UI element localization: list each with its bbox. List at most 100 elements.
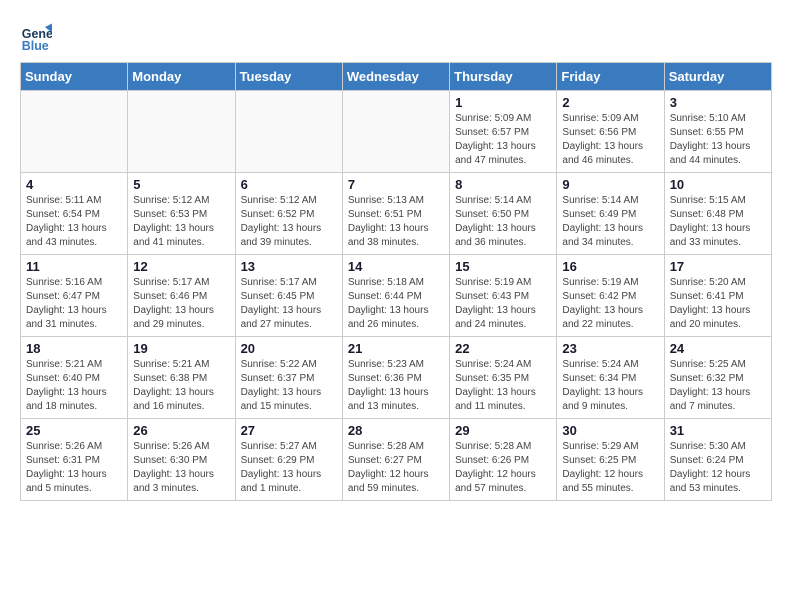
day-number: 31 [670, 423, 766, 438]
day-info: Sunrise: 5:24 AM Sunset: 6:35 PM Dayligh… [455, 358, 551, 414]
weekday-header: Tuesday [235, 63, 342, 91]
calendar-week-row: 18 Sunrise: 5:21 AM Sunset: 6:40 PM Dayli… [21, 337, 772, 419]
calendar-day-cell: 15Sunrise: 5:19 AM Sunset: 6:43 PM Dayli… [450, 255, 557, 337]
calendar-day-cell: 1 Sunrise: 5:09 AM Sunset: 6:57 PM Daylig… [450, 91, 557, 173]
day-number: 8 [455, 177, 551, 192]
day-info: Sunrise: 5:19 AM Sunset: 6:42 PM Dayligh… [562, 276, 658, 332]
day-number: 21 [348, 341, 444, 356]
calendar-day-cell [128, 91, 235, 173]
calendar-day-cell: 26Sunrise: 5:26 AM Sunset: 6:30 PM Dayli… [128, 419, 235, 501]
weekday-header: Saturday [664, 63, 771, 91]
calendar-day-cell: 19Sunrise: 5:21 AM Sunset: 6:38 PM Dayli… [128, 337, 235, 419]
day-info: Sunrise: 5:26 AM Sunset: 6:31 PM Dayligh… [26, 440, 122, 496]
day-number: 3 [670, 95, 766, 110]
day-info: Sunrise: 5:18 AM Sunset: 6:44 PM Dayligh… [348, 276, 444, 332]
calendar-day-cell [342, 91, 449, 173]
day-number: 15 [455, 259, 551, 274]
weekday-header: Wednesday [342, 63, 449, 91]
day-info: Sunrise: 5:12 AM Sunset: 6:52 PM Dayligh… [241, 194, 337, 250]
day-number: 4 [26, 177, 122, 192]
day-info: Sunrise: 5:17 AM Sunset: 6:45 PM Dayligh… [241, 276, 337, 332]
calendar-day-cell: 18 Sunrise: 5:21 AM Sunset: 6:40 PM Dayli… [21, 337, 128, 419]
day-number: 5 [133, 177, 229, 192]
day-info: Sunrise: 5:27 AM Sunset: 6:29 PM Dayligh… [241, 440, 337, 496]
day-number: 27 [241, 423, 337, 438]
calendar-day-cell: 10Sunrise: 5:15 AM Sunset: 6:48 PM Dayli… [664, 173, 771, 255]
calendar-day-cell: 31 Sunrise: 5:30 AM Sunset: 6:24 PM Dayli… [664, 419, 771, 501]
calendar-day-cell: 7 Sunrise: 5:13 AM Sunset: 6:51 PM Daylig… [342, 173, 449, 255]
calendar-day-cell: 9Sunrise: 5:14 AM Sunset: 6:49 PM Daylig… [557, 173, 664, 255]
day-info: Sunrise: 5:14 AM Sunset: 6:49 PM Dayligh… [562, 194, 658, 250]
calendar-day-cell: 20Sunrise: 5:22 AM Sunset: 6:37 PM Dayli… [235, 337, 342, 419]
calendar-day-cell: 4 Sunrise: 5:11 AM Sunset: 6:54 PM Daylig… [21, 173, 128, 255]
day-number: 10 [670, 177, 766, 192]
svg-text:Blue: Blue [22, 39, 49, 52]
calendar-day-cell: 12 Sunrise: 5:17 AM Sunset: 6:46 PM Dayli… [128, 255, 235, 337]
day-info: Sunrise: 5:13 AM Sunset: 6:51 PM Dayligh… [348, 194, 444, 250]
day-info: Sunrise: 5:10 AM Sunset: 6:55 PM Dayligh… [670, 112, 766, 168]
day-info: Sunrise: 5:28 AM Sunset: 6:27 PM Dayligh… [348, 440, 444, 496]
day-number: 18 [26, 341, 122, 356]
calendar-day-cell: 8Sunrise: 5:14 AM Sunset: 6:50 PM Daylig… [450, 173, 557, 255]
day-number: 30 [562, 423, 658, 438]
calendar-day-cell: 25Sunrise: 5:26 AM Sunset: 6:31 PM Dayli… [21, 419, 128, 501]
logo-icon: General Blue [20, 20, 52, 52]
day-number: 22 [455, 341, 551, 356]
calendar-day-cell: 28Sunrise: 5:28 AM Sunset: 6:27 PM Dayli… [342, 419, 449, 501]
day-number: 2 [562, 95, 658, 110]
page-header: General Blue [20, 20, 772, 52]
day-number: 16 [562, 259, 658, 274]
day-info: Sunrise: 5:16 AM Sunset: 6:47 PM Dayligh… [26, 276, 122, 332]
calendar-day-cell: 29 Sunrise: 5:28 AM Sunset: 6:26 PM Dayli… [450, 419, 557, 501]
calendar-day-cell: 27 Sunrise: 5:27 AM Sunset: 6:29 PM Dayli… [235, 419, 342, 501]
calendar-day-cell: 23Sunrise: 5:24 AM Sunset: 6:34 PM Dayli… [557, 337, 664, 419]
day-info: Sunrise: 5:21 AM Sunset: 6:38 PM Dayligh… [133, 358, 229, 414]
day-number: 11 [26, 259, 122, 274]
day-info: Sunrise: 5:28 AM Sunset: 6:26 PM Dayligh… [455, 440, 551, 496]
calendar-day-cell: 5Sunrise: 5:12 AM Sunset: 6:53 PM Daylig… [128, 173, 235, 255]
calendar-table: SundayMondayTuesdayWednesdayThursdayFrid… [20, 62, 772, 501]
day-number: 17 [670, 259, 766, 274]
day-number: 13 [241, 259, 337, 274]
day-info: Sunrise: 5:09 AM Sunset: 6:56 PM Dayligh… [562, 112, 658, 168]
calendar-day-cell: 3 Sunrise: 5:10 AM Sunset: 6:55 PM Daylig… [664, 91, 771, 173]
day-info: Sunrise: 5:25 AM Sunset: 6:32 PM Dayligh… [670, 358, 766, 414]
calendar-day-cell: 24Sunrise: 5:25 AM Sunset: 6:32 PM Dayli… [664, 337, 771, 419]
calendar-day-cell [21, 91, 128, 173]
day-number: 6 [241, 177, 337, 192]
calendar-day-cell: 2 Sunrise: 5:09 AM Sunset: 6:56 PM Daylig… [557, 91, 664, 173]
day-info: Sunrise: 5:23 AM Sunset: 6:36 PM Dayligh… [348, 358, 444, 414]
day-info: Sunrise: 5:17 AM Sunset: 6:46 PM Dayligh… [133, 276, 229, 332]
logo: General Blue [20, 20, 52, 52]
day-number: 7 [348, 177, 444, 192]
calendar-day-cell: 6 Sunrise: 5:12 AM Sunset: 6:52 PM Daylig… [235, 173, 342, 255]
day-info: Sunrise: 5:24 AM Sunset: 6:34 PM Dayligh… [562, 358, 658, 414]
day-number: 12 [133, 259, 229, 274]
day-info: Sunrise: 5:09 AM Sunset: 6:57 PM Dayligh… [455, 112, 551, 168]
calendar-day-cell: 16 Sunrise: 5:19 AM Sunset: 6:42 PM Dayli… [557, 255, 664, 337]
day-number: 29 [455, 423, 551, 438]
day-info: Sunrise: 5:29 AM Sunset: 6:25 PM Dayligh… [562, 440, 658, 496]
calendar-week-row: 4 Sunrise: 5:11 AM Sunset: 6:54 PM Daylig… [21, 173, 772, 255]
calendar-day-cell [235, 91, 342, 173]
day-info: Sunrise: 5:11 AM Sunset: 6:54 PM Dayligh… [26, 194, 122, 250]
calendar-day-cell: 17Sunrise: 5:20 AM Sunset: 6:41 PM Dayli… [664, 255, 771, 337]
calendar-day-cell: 22 Sunrise: 5:24 AM Sunset: 6:35 PM Dayli… [450, 337, 557, 419]
calendar-day-cell: 21 Sunrise: 5:23 AM Sunset: 6:36 PM Dayli… [342, 337, 449, 419]
day-info: Sunrise: 5:30 AM Sunset: 6:24 PM Dayligh… [670, 440, 766, 496]
calendar-week-row: 1 Sunrise: 5:09 AM Sunset: 6:57 PM Daylig… [21, 91, 772, 173]
calendar-day-cell: 14 Sunrise: 5:18 AM Sunset: 6:44 PM Dayli… [342, 255, 449, 337]
day-number: 1 [455, 95, 551, 110]
calendar-day-cell: 30 Sunrise: 5:29 AM Sunset: 6:25 PM Dayli… [557, 419, 664, 501]
calendar-header-row: SundayMondayTuesdayWednesdayThursdayFrid… [21, 63, 772, 91]
day-info: Sunrise: 5:21 AM Sunset: 6:40 PM Dayligh… [26, 358, 122, 414]
weekday-header: Thursday [450, 63, 557, 91]
day-number: 14 [348, 259, 444, 274]
weekday-header: Monday [128, 63, 235, 91]
day-number: 26 [133, 423, 229, 438]
calendar-day-cell: 11 Sunrise: 5:16 AM Sunset: 6:47 PM Dayli… [21, 255, 128, 337]
calendar-day-cell: 13 Sunrise: 5:17 AM Sunset: 6:45 PM Dayli… [235, 255, 342, 337]
day-info: Sunrise: 5:22 AM Sunset: 6:37 PM Dayligh… [241, 358, 337, 414]
calendar-week-row: 11 Sunrise: 5:16 AM Sunset: 6:47 PM Dayli… [21, 255, 772, 337]
calendar-week-row: 25Sunrise: 5:26 AM Sunset: 6:31 PM Dayli… [21, 419, 772, 501]
